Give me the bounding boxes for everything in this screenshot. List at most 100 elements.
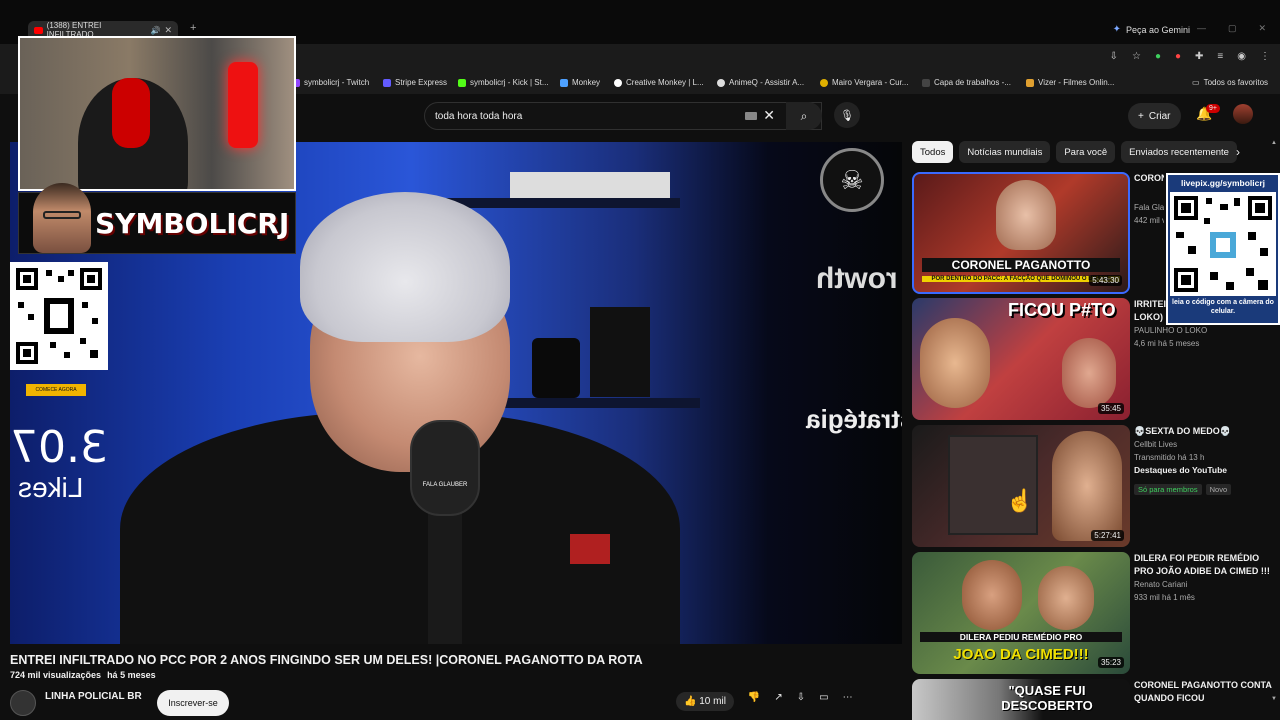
recommendation-thumbnail[interactable]: CORONEL PAGANOTTO POR DENTRO DO PACC: A … — [912, 172, 1130, 294]
recommendation-thumbnail[interactable]: DILERA PEDIU REMÉDIO PRO JOAO DA CIMED!!… — [912, 552, 1130, 674]
skull-logo-icon: ☠ — [820, 148, 884, 212]
close-icon[interactable]: ✕ — [763, 107, 775, 124]
all-bookmarks[interactable]: ▭ Todos os favoritos — [1192, 78, 1268, 87]
dislike-icon[interactable]: 👎 — [748, 692, 760, 711]
bookmark-icon — [922, 78, 930, 87]
new-tab-icon[interactable]: + — [190, 22, 196, 34]
search-button[interactable]: ⌕ — [786, 102, 822, 130]
gemini-button[interactable]: ✦ Peça ao Gemini — [1113, 24, 1190, 35]
recommendation-thumbnail[interactable]: "QUASE FUI DESCOBERTO — [912, 679, 1130, 720]
chip-noticias[interactable]: Notícias mundiais — [959, 141, 1051, 163]
extensions-icon[interactable]: ✚ — [1195, 51, 1203, 62]
recommendation-info[interactable]: CORONEL PAGANOTTO CONTA QUANDO FICOU — [1134, 679, 1274, 705]
books — [510, 172, 670, 198]
qr-pattern-icon — [16, 268, 102, 364]
search-value: toda hora toda hora — [435, 110, 523, 122]
bookmark-item[interactable]: symbolicrj - Twitch — [292, 78, 369, 87]
recommendation-thumbnail[interactable]: FICOU P#TO 35:45 — [912, 298, 1130, 420]
chip-para-voce[interactable]: Para você — [1056, 141, 1116, 163]
folder-icon: ▭ — [1192, 78, 1200, 87]
more-icon[interactable]: ⋯ — [843, 692, 853, 711]
notification-badge: 9+ — [1206, 104, 1220, 113]
chevron-right-icon[interactable]: › — [1236, 145, 1240, 159]
avatar[interactable] — [1233, 104, 1253, 124]
thumb-art — [948, 435, 1038, 535]
close-window-icon[interactable]: ✕ — [1258, 23, 1266, 34]
bookmark-item[interactable]: AnimeQ - Assistir A... — [717, 78, 804, 87]
duration-badge: 5:27:41 — [1091, 530, 1124, 541]
duration-badge: 5:43:30 — [1089, 275, 1122, 286]
save-icon[interactable]: ▭ — [819, 692, 828, 711]
thumb-face — [1052, 431, 1122, 541]
video-stats: 724 mil visualizações há 5 meses — [10, 670, 156, 680]
bookmark-icon — [820, 78, 828, 87]
person-hair — [300, 192, 510, 342]
maximize-icon[interactable]: ▢ — [1228, 23, 1237, 34]
minimize-icon[interactable]: — — [1197, 23, 1206, 34]
url-field[interactable] — [296, 48, 1076, 68]
channel-avatar[interactable] — [10, 690, 36, 716]
hand-cursor-icon: ☝ — [1006, 488, 1034, 513]
video-title: ENTREI INFILTRADO NO PCC POR 2 ANOS FING… — [10, 653, 643, 667]
mic-icon: 🎙 — [840, 109, 854, 122]
chip-enviados[interactable]: Enviados recentemente — [1121, 141, 1237, 163]
bookmark-item[interactable]: Capa de trabalhos -... — [922, 78, 1011, 87]
red-prop — [570, 534, 610, 564]
qr-pattern — [1170, 192, 1276, 296]
bookmark-item[interactable]: Mairo Vergara - Cur... — [820, 78, 908, 87]
bookmark-icon — [717, 78, 725, 87]
scroll-up-icon[interactable]: ▲ — [1271, 140, 1277, 146]
microphone — [410, 420, 480, 516]
bookmark-icon — [383, 78, 391, 87]
recommendation-info[interactable]: DILERA FOI PEDIR REMÉDIO PRO JOÃO ADIBE … — [1134, 552, 1274, 604]
thumb-face — [1038, 566, 1094, 630]
download-icon[interactable]: ⇩ — [797, 692, 805, 711]
thumb-face — [1062, 338, 1116, 408]
wall-text: stratégia — [806, 404, 902, 434]
voice-search-button[interactable]: 🎙 — [834, 102, 860, 128]
chip-todos[interactable]: Todos — [912, 141, 954, 163]
bookmark-item[interactable]: Vizer - Filmes Onlin... — [1026, 78, 1114, 87]
thumb-face — [996, 180, 1056, 250]
thumb-face — [920, 318, 990, 408]
create-button[interactable]: + Criar — [1128, 103, 1181, 129]
thumb-caption: FICOU P#TO — [1008, 300, 1116, 320]
bookmark-item[interactable]: symbolicrj - Kick | St... — [458, 78, 549, 87]
gemini-icon: ✦ — [1112, 24, 1121, 35]
media-icon[interactable]: ≡ — [1217, 51, 1223, 62]
speaker-icon[interactable]: 🔊 — [150, 26, 160, 35]
bookmark-item[interactable]: Monkey — [560, 78, 600, 87]
streamer-name: SYMBOLICRJ — [95, 207, 290, 240]
recommendation-info[interactable]: CORONEL PAGANOTTO: POR DENTRO DO PCC: A … — [1134, 172, 1164, 227]
bookmark-item[interactable]: Stripe Express — [383, 78, 447, 87]
thumbs-up-icon: 👍 — [684, 696, 700, 707]
search-icon: ⌕ — [800, 108, 808, 123]
rec-channel: Fala Glauber — [1134, 203, 1164, 212]
subscribe-button[interactable]: Inscrever-se — [157, 690, 229, 716]
recommendation-info[interactable]: 💀SEXTA DO MEDO💀 Cellbit Lives Transmitid… — [1134, 425, 1274, 497]
like-button[interactable]: 👍 10 mil — [676, 692, 734, 711]
backdrop-likes-word: Likes — [18, 472, 84, 503]
new-tag: Novo — [1205, 484, 1232, 495]
upload-age: há 5 meses — [107, 670, 156, 680]
share-icon[interactable]: ↗ — [774, 692, 782, 711]
keyboard-icon[interactable] — [745, 112, 757, 120]
window-controls: — ▢ ✕ — [1197, 23, 1266, 34]
profile-icon[interactable]: ◉ — [1237, 51, 1246, 62]
channel-name[interactable]: LINHA POLICIAL BR — [45, 691, 142, 702]
rec-meta: 442 mil visualizações — [1134, 216, 1164, 225]
bookmark-item[interactable]: Creative Monkey | L... — [614, 78, 704, 87]
install-icon[interactable]: ⇩ — [1110, 51, 1118, 62]
mug-prop — [532, 338, 580, 398]
search-input[interactable]: toda hora toda hora ✕ — [424, 102, 822, 130]
box-prop — [590, 307, 650, 397]
scroll-down-icon[interactable]: ▼ — [1271, 696, 1277, 702]
extension-red-icon[interactable]: ● — [1175, 51, 1181, 62]
close-tab-icon[interactable]: ✕ — [164, 25, 172, 36]
headset-icon — [112, 78, 150, 148]
extension-green-icon[interactable]: ● — [1155, 51, 1161, 62]
rec-title: DILERA FOI PEDIR REMÉDIO PRO JOÃO ADIBE … — [1134, 553, 1270, 576]
recommendation-thumbnail[interactable]: 5:27:41 — [912, 425, 1130, 547]
menu-icon[interactable]: ⋮ — [1260, 51, 1270, 62]
bookmark-star-icon[interactable]: ☆ — [1132, 51, 1141, 62]
